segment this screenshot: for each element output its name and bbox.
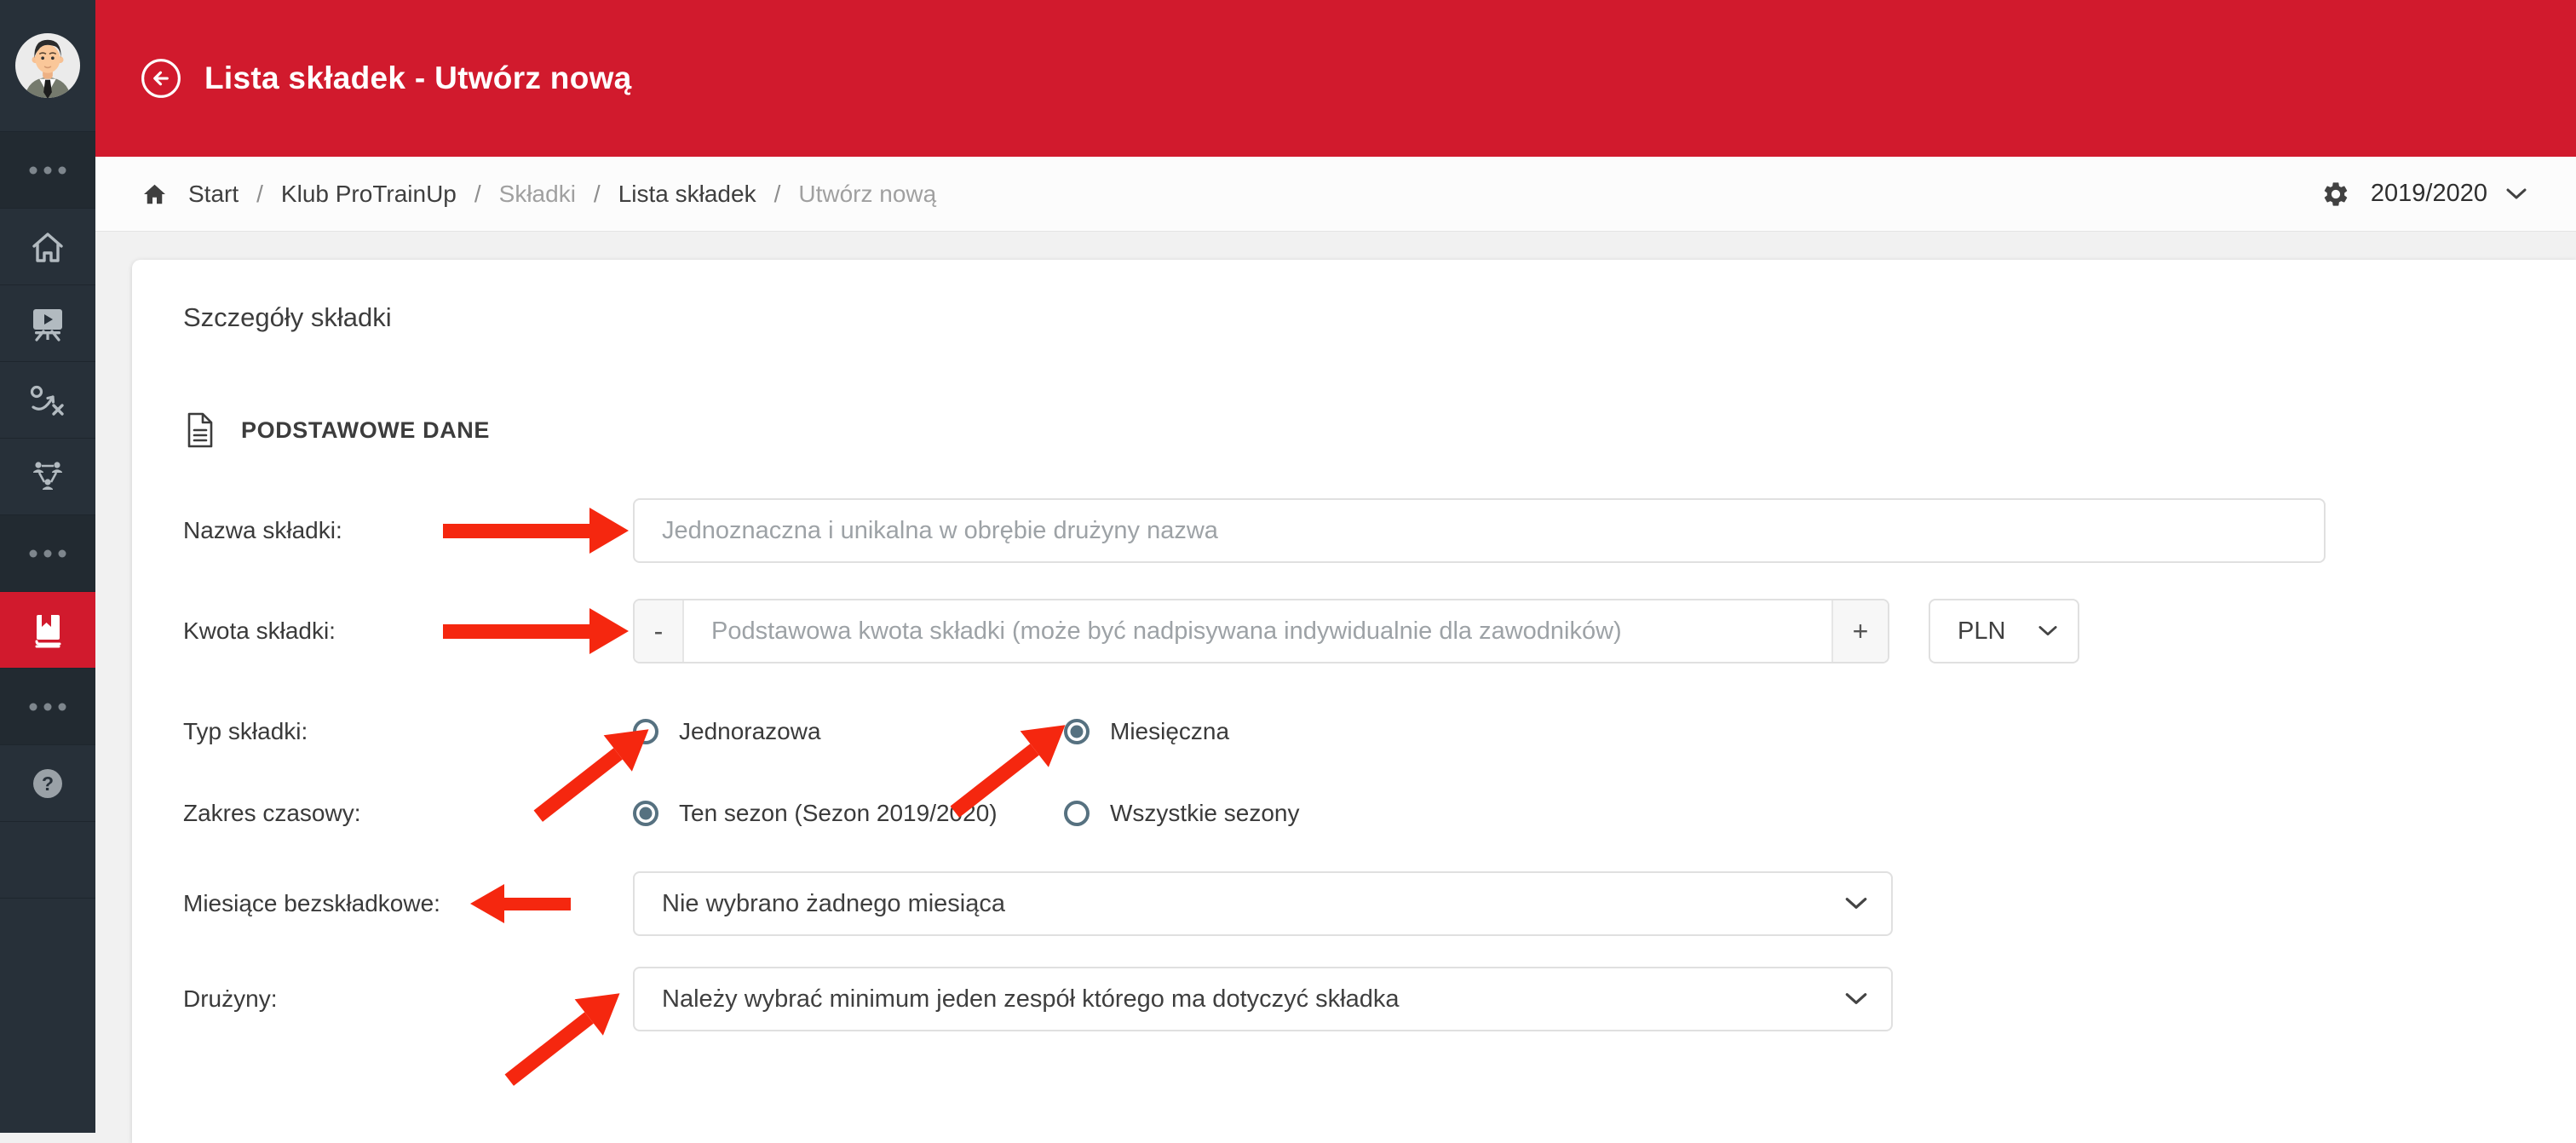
- months-select-value: Nie wybrano żadnego miesiąca: [662, 889, 1005, 917]
- currency-select[interactable]: PLN: [1929, 599, 2079, 663]
- sidebar-item-tactics[interactable]: [0, 362, 95, 439]
- chevron-down-icon: [2038, 626, 2057, 636]
- section-title: PODSTAWOWE DANE: [241, 416, 490, 443]
- avatar-image: [14, 32, 81, 99]
- page-title: Lista składek - Utwórz nową: [204, 60, 632, 95]
- sidebar-item-training-board[interactable]: [0, 285, 95, 362]
- amount-input[interactable]: [684, 600, 1831, 662]
- currency-value: PLN: [1958, 617, 2006, 645]
- form-row-type: Typ składki: Jednorazowa Miesięczna: [183, 706, 2576, 822]
- radio-option-ten-sezon[interactable]: Ten sezon (Sezon 2019/2020): [633, 800, 1064, 827]
- help-icon: ?: [33, 768, 62, 798]
- sidebar: ?: [0, 0, 95, 1133]
- dots-menu-icon: [29, 549, 66, 557]
- tactics-icon: [30, 385, 64, 416]
- radio-button[interactable]: [633, 719, 658, 744]
- section-header: PODSTAWOWE DANE: [183, 411, 2576, 449]
- teams-select-value: Należy wybrać minimum jeden zespół które…: [662, 985, 1400, 1013]
- radio-option-jednorazowa[interactable]: Jednorazowa: [633, 718, 1064, 745]
- breadcrumb-item-skladki: Składki: [498, 180, 576, 207]
- radio-option-miesieczna[interactable]: Miesięczna: [1064, 718, 1229, 745]
- home-icon: [144, 184, 165, 204]
- breadcrumb-item-lista-skladek[interactable]: Lista składek: [618, 181, 756, 208]
- sidebar-item-help[interactable]: ?: [0, 745, 95, 822]
- sidebar-item-more-top[interactable]: [0, 132, 95, 209]
- form-row-amount: Kwota składki: - + PLN: [183, 599, 2576, 663]
- sidebar-filler: [0, 899, 95, 1133]
- sidebar-item-more-bottom[interactable]: [0, 669, 95, 745]
- sidebar-item-fees[interactable]: [0, 592, 95, 669]
- radio-label: Ten sezon (Sezon 2019/2020): [679, 800, 998, 826]
- radio-label: Jednorazowa: [679, 718, 821, 744]
- range-field-label: Zakres czasowy:: [183, 800, 361, 826]
- breadcrumb-bar: Start / Klub ProTrainUp / Składki / List…: [95, 157, 2576, 232]
- form-row-teams: Drużyny: Należy wybrać minimum jeden zes…: [183, 967, 2576, 1086]
- name-field-label: Nazwa składki:: [183, 517, 342, 543]
- training-board-icon: [33, 308, 62, 342]
- amount-decrement-button[interactable]: -: [635, 600, 684, 662]
- sidebar-item-team-structure[interactable]: [0, 439, 95, 515]
- amount-field-label: Kwota składki:: [183, 617, 336, 644]
- back-circle-arrow-icon: [141, 59, 181, 98]
- amount-stepper-group: - +: [633, 599, 1889, 663]
- page-background: Szczegóły składki PODSTAWOWE DANE Nazwa …: [95, 232, 2576, 1143]
- form-row-months: Miesiące bezskładkowe: Nie wybrano żadne…: [183, 871, 2576, 936]
- home-icon: [32, 232, 63, 262]
- season-value: 2019/2020: [2370, 180, 2487, 207]
- breadcrumb-separator: /: [256, 180, 263, 207]
- svg-text:?: ?: [42, 773, 54, 795]
- months-select[interactable]: Nie wybrano żadnego miesiąca: [633, 871, 1893, 936]
- season-selector[interactable]: 2019/2020: [2321, 180, 2527, 209]
- breadcrumb-home[interactable]: [141, 181, 168, 207]
- sidebar-item-home[interactable]: [0, 209, 95, 285]
- team-structure-icon: [33, 461, 62, 490]
- radio-button[interactable]: [1064, 801, 1090, 826]
- breadcrumb-separator: /: [474, 180, 481, 207]
- breadcrumb-item-start[interactable]: Start: [188, 181, 239, 208]
- form-row-range: Zakres czasowy: Ten sezon (Sezon 2019/20…: [183, 796, 2576, 830]
- teams-select[interactable]: Należy wybrać minimum jeden zespół które…: [633, 967, 1893, 1031]
- document-icon: [187, 412, 213, 448]
- breadcrumb-separator: /: [773, 180, 781, 207]
- breadcrumb-item-club[interactable]: Klub ProTrainUp: [281, 181, 457, 208]
- form-row-name: Nazwa składki:: [183, 498, 2576, 563]
- chevron-down-icon: [1845, 898, 1867, 909]
- breadcrumb-item-utworz-nowa: Utwórz nową: [798, 180, 937, 207]
- radio-option-wszystkie-sezony[interactable]: Wszystkie sezony: [1064, 800, 1300, 827]
- teams-field-label: Drużyny:: [183, 985, 278, 1012]
- dots-menu-icon: [29, 703, 66, 710]
- chevron-down-icon: [1845, 993, 1867, 1004]
- name-input[interactable]: [633, 498, 2326, 563]
- radio-label: Miesięczna: [1110, 718, 1230, 744]
- fee-details-card: Szczegóły składki PODSTAWOWE DANE Nazwa …: [132, 260, 2576, 1143]
- back-button[interactable]: [140, 57, 182, 100]
- months-field-label: Miesiące bezskładkowe:: [183, 890, 440, 916]
- app-header: Lista składek - Utwórz nową: [95, 0, 2576, 157]
- fees-book-icon: [35, 614, 61, 647]
- amount-increment-button[interactable]: +: [1831, 600, 1888, 662]
- chevron-down-icon: [2506, 188, 2527, 198]
- sidebar-item-more-middle[interactable]: [0, 515, 95, 592]
- gear-icon: [2324, 181, 2348, 206]
- user-avatar[interactable]: [0, 0, 95, 132]
- radio-label: Wszystkie sezony: [1110, 800, 1300, 826]
- card-title: Szczegóły składki: [183, 302, 392, 332]
- dots-menu-icon: [29, 166, 66, 174]
- radio-button[interactable]: [1064, 719, 1090, 744]
- sidebar-item-blank: [0, 822, 95, 899]
- type-field-label: Typ składki:: [183, 718, 308, 744]
- breadcrumb-separator: /: [593, 180, 601, 207]
- radio-button[interactable]: [633, 801, 658, 826]
